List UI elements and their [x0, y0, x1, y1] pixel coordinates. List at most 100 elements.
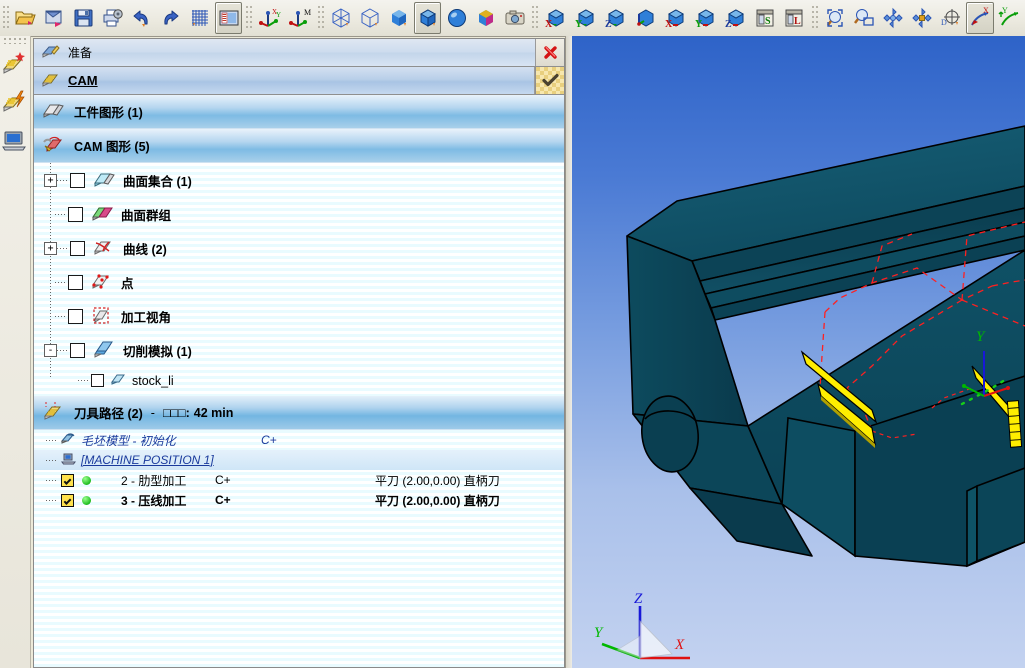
redo-icon[interactable] — [157, 2, 184, 34]
render-icon[interactable] — [443, 2, 470, 34]
hidden-line-icon[interactable] — [356, 2, 383, 34]
section-toolpath[interactable]: 刀具路径 (2) - □□□: 42 min — [34, 396, 564, 430]
view-x-plus-icon[interactable]: X — [542, 2, 570, 34]
point-icon — [91, 271, 115, 294]
checkbox[interactable] — [70, 173, 85, 188]
checkbox[interactable] — [91, 374, 104, 387]
toolbar-grip-3[interactable] — [317, 5, 325, 31]
checkbox[interactable] — [70, 343, 85, 358]
view-z-minus-icon[interactable]: Z — [722, 2, 750, 34]
toolpath-row-machine-position[interactable]: [MACHINE POSITION 1] — [34, 450, 564, 470]
axis-m-icon[interactable]: M — [286, 2, 314, 34]
axis-xy-icon[interactable]: X Y — [256, 2, 284, 34]
simulate-icon[interactable] — [0, 122, 28, 160]
save-as-icon[interactable] — [41, 2, 68, 34]
checkbox[interactable] — [68, 207, 83, 222]
grid-icon[interactable] — [186, 2, 213, 34]
expander-icon[interactable]: + — [44, 242, 57, 255]
rotate-icon[interactable] — [879, 2, 906, 34]
expander-icon[interactable]: + — [44, 174, 57, 187]
3d-viewport[interactable]: Y X Z Y — [572, 36, 1025, 668]
cam-tree[interactable]: + 曲面集合 (1) — [34, 163, 564, 667]
tree-dash — [57, 350, 69, 351]
svg-text:Y: Y — [575, 19, 583, 30]
toolpath-row-stock-model[interactable]: 毛坯模型 - 初始化 C+ — [34, 430, 564, 450]
tree-item-cut-simulation[interactable]: - 切削模拟 (1) — [34, 333, 564, 367]
tree-item-stock-li[interactable]: stock_li — [34, 367, 564, 394]
zoom-window-icon[interactable] — [821, 2, 848, 34]
toolpath-row-label: 毛坯模型 - 初始化 — [81, 432, 261, 449]
new-toolpath-icon[interactable] — [0, 46, 28, 84]
tree-item-label: 曲线 (2) — [123, 239, 167, 258]
svg-text:Y: Y — [594, 625, 604, 641]
toolpath-row-col2: C+ — [215, 493, 375, 507]
undo-icon[interactable] — [128, 2, 155, 34]
open-icon[interactable] — [13, 2, 40, 34]
tree-dash — [46, 460, 58, 461]
expander-icon[interactable]: - — [44, 344, 57, 357]
toolbar-grip-4[interactable] — [531, 5, 539, 31]
prepare-label: 准备 — [68, 44, 92, 61]
tree-item-machining-view[interactable]: 加工视角 — [34, 299, 564, 333]
confirm-icon[interactable] — [535, 67, 564, 94]
cam-panel: 准备 — [33, 38, 565, 668]
toolbar-grip-5[interactable] — [811, 5, 819, 31]
tree-dash — [55, 282, 67, 283]
window-load-icon[interactable]: L — [781, 2, 808, 34]
checkbox[interactable] — [61, 474, 74, 487]
svg-text:X: X — [545, 19, 553, 30]
cam-header-row: CAM — [34, 67, 564, 95]
section-cam-geometry[interactable]: CAM 图形 (5) — [34, 129, 564, 163]
shaded-edges-icon[interactable] — [414, 2, 441, 34]
toolpath-row-col3: 平刀 (2.00,0.00) 直柄刀 — [375, 472, 500, 489]
prepare-header[interactable]: 准备 — [34, 39, 536, 66]
view-z-plus-icon[interactable]: Z — [602, 2, 630, 34]
color-icon[interactable] — [472, 2, 499, 34]
checkbox[interactable] — [70, 241, 85, 256]
snapshot-icon[interactable] — [501, 2, 528, 34]
machine-position-icon — [61, 452, 76, 468]
toolpath-row-label: 3 - 压线加工 — [91, 492, 215, 509]
tree-item-point[interactable]: 点 — [34, 265, 564, 299]
toolbar-grip[interactable] — [2, 5, 10, 31]
view-y-plus-icon[interactable]: Y — [572, 2, 600, 34]
wireframe-icon[interactable] — [327, 2, 354, 34]
save-icon[interactable] — [70, 2, 97, 34]
view-x-minus-icon[interactable]: X — [662, 2, 690, 34]
toolpath-row-2[interactable]: 2 - 肋型加工 C+ 平刀 (2.00,0.00) 直柄刀 — [34, 470, 564, 490]
tree-item-label: 加工视角 — [121, 307, 171, 326]
view-iso-icon[interactable] — [632, 2, 660, 34]
display-options-icon[interactable] — [215, 2, 242, 34]
pan-icon[interactable] — [908, 2, 935, 34]
tree-item-surface-set[interactable]: + 曲面集合 (1) — [34, 163, 564, 197]
tree-item-surface-group[interactable]: 曲面群组 — [34, 197, 564, 231]
checkbox[interactable] — [61, 494, 74, 507]
toolpath-row-3[interactable]: 3 - 压线加工 C+ 平刀 (2.00,0.00) 直柄刀 — [34, 490, 564, 510]
dynamic-rotate-icon[interactable]: D — [937, 2, 964, 34]
close-icon[interactable] — [536, 39, 564, 66]
tree-dash — [46, 500, 58, 501]
curve-icon — [93, 237, 117, 260]
generate-toolpath-icon[interactable] — [0, 84, 28, 122]
cam-header[interactable]: CAM — [34, 67, 535, 94]
checkbox[interactable] — [68, 309, 83, 324]
ucs-alt-icon[interactable]: Y — [996, 2, 1024, 34]
toolbar-grip-2[interactable] — [245, 5, 253, 31]
print-setup-icon[interactable] — [99, 2, 126, 34]
tree-dash — [46, 480, 58, 481]
checkbox[interactable] — [68, 275, 83, 290]
rail-grip[interactable] — [3, 37, 27, 44]
view-y-minus-icon[interactable]: Y — [692, 2, 720, 34]
window-save-icon[interactable]: S — [752, 2, 779, 34]
tree-item-label: 曲面群组 — [121, 205, 171, 224]
section-workpiece-geometry[interactable]: 工件图形 (1) — [34, 95, 564, 129]
svg-text:D: D — [941, 18, 947, 27]
zoom-all-icon[interactable] — [850, 2, 877, 34]
tree-item-curve[interactable]: + 曲线 (2) — [34, 231, 564, 265]
cut-simulation-icon — [93, 339, 117, 362]
shaded-icon[interactable] — [385, 2, 412, 34]
stock-icon — [111, 372, 128, 389]
tree-item-label: 点 — [121, 273, 134, 292]
ucs-icon[interactable]: X — [966, 2, 994, 34]
toolpath-row-col3: 平刀 (2.00,0.00) 直柄刀 — [375, 492, 500, 509]
